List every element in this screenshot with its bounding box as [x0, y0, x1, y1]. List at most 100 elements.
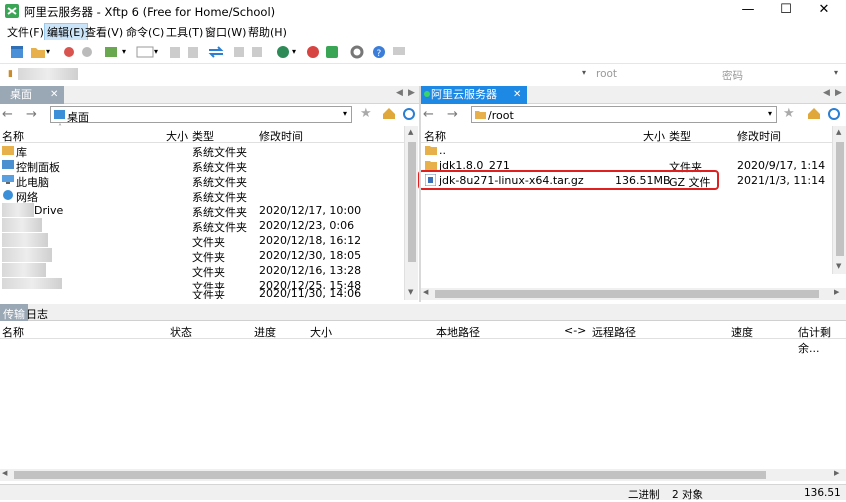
scroll-down-icon[interactable]: ▼: [408, 288, 413, 296]
local-path-box[interactable]: 桌面 ▾: [50, 106, 352, 124]
copy-icon[interactable]: [168, 45, 182, 59]
list-item[interactable]: 网络 系统文件夹: [0, 188, 404, 204]
blurred-host-field[interactable]: [18, 68, 78, 80]
star-icon[interactable]: ★: [783, 106, 795, 121]
col-status[interactable]: 状态: [170, 324, 192, 340]
col-direction[interactable]: <->: [564, 324, 586, 337]
local-vertical-scrollbar[interactable]: ▲ ▼: [404, 126, 418, 300]
col-remote-path[interactable]: 远程路径: [592, 324, 636, 340]
scroll-thumb[interactable]: [836, 142, 844, 256]
open-folder-icon[interactable]: [30, 45, 46, 59]
chevron-down-icon[interactable]: ▾: [582, 68, 586, 77]
col-modified[interactable]: 修改时间: [737, 128, 781, 144]
password-field[interactable]: 密码: [722, 68, 743, 83]
tab-log[interactable]: 日志: [26, 306, 48, 322]
list-item[interactable]: 系统文件夹 2020/12/23, 0:06: [0, 218, 404, 234]
star-icon[interactable]: ★: [360, 106, 372, 121]
tab-transfer[interactable]: 传输: [0, 304, 28, 321]
refresh-icon[interactable]: [402, 107, 416, 121]
menu-tools[interactable]: 工具(T): [164, 24, 205, 40]
scroll-up-icon[interactable]: ▲: [836, 128, 841, 136]
close-icon[interactable]: ✕: [50, 86, 58, 104]
chevron-left-icon[interactable]: ◀: [823, 88, 830, 98]
disconnect-icon[interactable]: [62, 45, 76, 59]
username-field[interactable]: root: [596, 68, 617, 80]
list-item[interactable]: ..: [421, 143, 846, 158]
list-item[interactable]: 文件夹 2020/12/18, 16:12: [0, 233, 404, 249]
list-item[interactable]: 文件夹 2020/11/30, 14:06: [0, 289, 404, 299]
forward-icon[interactable]: →: [447, 107, 458, 122]
col-name[interactable]: 名称: [2, 324, 24, 340]
chevron-down-icon[interactable]: ▾: [768, 109, 772, 118]
gear-icon[interactable]: [350, 45, 364, 59]
home-icon[interactable]: [382, 107, 396, 120]
refresh-icon[interactable]: [827, 107, 841, 121]
list-item[interactable]: Drive 系统文件夹 2020/12/17, 10:00: [0, 203, 404, 219]
menu-window[interactable]: 窗口(W): [203, 24, 248, 40]
chat-icon[interactable]: [392, 45, 406, 59]
col-name[interactable]: 名称: [424, 128, 446, 144]
queue-icon[interactable]: [232, 45, 246, 59]
close-icon[interactable]: ✕: [513, 86, 521, 104]
log-icon[interactable]: [250, 45, 264, 59]
new-session-icon[interactable]: [10, 45, 24, 59]
tab-remote-server[interactable]: 阿里云服务器 ✕: [421, 86, 527, 104]
chevron-down-icon[interactable]: ▾: [292, 47, 296, 56]
col-size[interactable]: 大小: [310, 324, 332, 340]
menu-edit[interactable]: 编辑(E): [44, 23, 88, 41]
refresh-toolbar-icon[interactable]: [104, 45, 118, 59]
transfer-horizontal-scrollbar[interactable]: ◀ ▶: [0, 469, 846, 481]
scroll-left-icon[interactable]: ◀: [2, 469, 7, 477]
transfer-icon[interactable]: [208, 45, 224, 59]
hscroll-thumb[interactable]: [14, 471, 766, 479]
chevron-down-icon[interactable]: ▾: [154, 47, 158, 56]
list-item[interactable]: 文件夹 2020/12/30, 18:05: [0, 248, 404, 264]
chevron-down-icon[interactable]: ▾: [343, 109, 347, 118]
list-item[interactable]: 文件夹 2020/12/25, 15:48: [0, 278, 404, 289]
back-icon[interactable]: ←: [2, 107, 13, 122]
menu-help[interactable]: 帮助(H): [246, 24, 289, 40]
scroll-left-icon[interactable]: ◀: [423, 288, 428, 296]
list-item[interactable]: 此电脑 系统文件夹: [0, 173, 404, 189]
col-size[interactable]: 大小: [643, 128, 665, 144]
help-icon[interactable]: ?: [372, 45, 386, 59]
chevron-down-icon[interactable]: ▾: [46, 47, 50, 56]
menu-command[interactable]: 命令(C): [124, 24, 166, 40]
forward-icon[interactable]: →: [26, 107, 37, 122]
col-speed[interactable]: 速度: [731, 324, 753, 340]
remote-vertical-scrollbar[interactable]: ▲ ▼: [832, 126, 846, 274]
pane-divider[interactable]: [419, 86, 421, 302]
globe-icon[interactable]: [276, 45, 290, 59]
col-name[interactable]: 名称: [2, 128, 24, 144]
chevron-right-icon[interactable]: ▶: [835, 88, 842, 98]
scroll-right-icon[interactable]: ▶: [834, 469, 839, 477]
scroll-right-icon[interactable]: ▶: [834, 288, 839, 296]
home-icon[interactable]: [807, 107, 821, 120]
col-local-path[interactable]: 本地路径: [436, 324, 480, 340]
link-icon[interactable]: [80, 45, 94, 59]
list-item[interactable]: 文件夹 2020/12/16, 13:28: [0, 263, 404, 279]
xshell-icon[interactable]: [306, 45, 320, 59]
list-item[interactable]: 控制面板 系统文件夹: [0, 158, 404, 174]
menu-file[interactable]: 文件(F): [5, 24, 46, 40]
col-type[interactable]: 类型: [669, 128, 691, 144]
scroll-down-icon[interactable]: ▼: [836, 262, 841, 270]
col-type[interactable]: 类型: [192, 128, 214, 144]
col-eta[interactable]: 估计剩余...: [798, 324, 846, 356]
chevron-left-icon[interactable]: ◀: [396, 88, 403, 98]
list-item[interactable]: 库 系统文件夹: [0, 143, 404, 159]
terminal-icon[interactable]: [136, 45, 154, 59]
close-button[interactable]: ✕: [802, 0, 846, 22]
scroll-thumb[interactable]: [408, 142, 416, 262]
chevron-down-icon[interactable]: ▾: [834, 68, 838, 77]
menu-view[interactable]: 查看(V): [83, 24, 125, 40]
scroll-up-icon[interactable]: ▲: [408, 128, 413, 136]
col-modified[interactable]: 修改时间: [259, 128, 303, 144]
hscroll-thumb[interactable]: [435, 290, 819, 298]
remote-path-box[interactable]: /root ▾: [471, 106, 777, 123]
remote-horizontal-scrollbar[interactable]: ◀ ▶: [421, 288, 846, 300]
chevron-down-icon[interactable]: ▾: [122, 47, 126, 56]
back-icon[interactable]: ←: [423, 107, 434, 122]
xftp-icon[interactable]: [325, 45, 339, 59]
col-size[interactable]: 大小: [166, 128, 188, 144]
